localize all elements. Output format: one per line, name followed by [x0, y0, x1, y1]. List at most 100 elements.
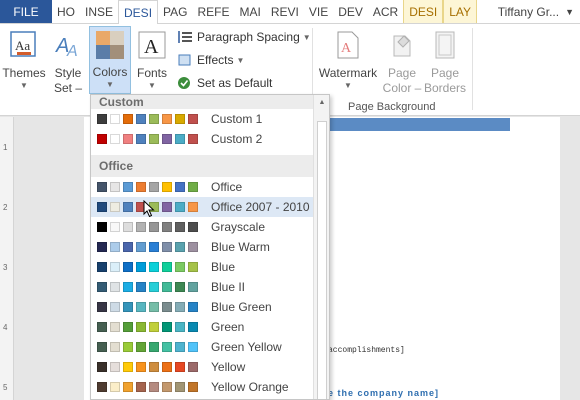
color-swatch: [110, 302, 120, 312]
page-background-group-label: Page Background: [348, 101, 436, 113]
color-swatch: [136, 382, 146, 392]
color-swatch: [97, 182, 107, 192]
scroll-up-icon[interactable]: ▲: [317, 99, 327, 109]
tab-view[interactable]: VIE: [304, 0, 333, 23]
color-swatch: [123, 262, 133, 272]
chevron-down-icon: ▼: [20, 81, 28, 90]
color-scheme-item[interactable]: Custom 1: [91, 109, 329, 129]
color-swatch: [97, 242, 107, 252]
color-swatch: [188, 222, 198, 232]
color-swatch: [188, 302, 198, 312]
tab-file[interactable]: FILE: [0, 0, 52, 23]
color-scheme-item[interactable]: Green Yellow: [91, 337, 329, 357]
color-swatch: [149, 362, 159, 372]
color-swatch: [97, 222, 107, 232]
color-scheme-item[interactable]: Blue Warm: [91, 237, 329, 257]
color-swatch: [188, 134, 198, 144]
color-swatch: [110, 134, 120, 144]
tab-home[interactable]: HO: [52, 0, 80, 23]
color-swatch: [175, 262, 185, 272]
color-swatch: [136, 322, 146, 332]
color-scheme-item[interactable]: Green: [91, 317, 329, 337]
fonts-button[interactable]: A Fonts ▼: [134, 28, 170, 100]
tab-developer[interactable]: DEV: [333, 0, 368, 23]
paragraph-spacing-button[interactable]: Paragraph Spacing ▼: [177, 30, 311, 44]
tab-references[interactable]: REFE: [192, 0, 234, 23]
color-swatch: [110, 182, 120, 192]
color-swatch: [123, 382, 133, 392]
page-color-button[interactable]: Page Color –: [381, 28, 423, 100]
color-swatch: [123, 242, 133, 252]
color-swatch: [175, 302, 185, 312]
group-separator: [472, 28, 473, 110]
color-swatch: [123, 322, 133, 332]
color-scheme-item[interactable]: Yellow: [91, 357, 329, 377]
tab-page-layout[interactable]: PAG: [158, 0, 192, 23]
color-swatch: [110, 262, 120, 272]
chevron-down-icon: ▼: [148, 81, 156, 90]
color-swatch: [110, 202, 120, 212]
effects-button[interactable]: Effects ▼: [177, 53, 244, 67]
color-scheme-item[interactable]: Custom 2: [91, 129, 329, 149]
color-scheme-name: Blue: [211, 260, 236, 274]
tab-design[interactable]: DESI: [118, 0, 159, 25]
color-scheme-name: Green Yellow: [211, 340, 282, 354]
color-swatch: [123, 222, 133, 232]
tab-mailings[interactable]: MAI: [235, 0, 266, 23]
color-swatch: [162, 134, 172, 144]
color-scheme-item[interactable]: Blue: [91, 257, 329, 277]
color-swatch: [188, 382, 198, 392]
tab-table-layout[interactable]: LAY: [443, 0, 478, 23]
color-scheme-name: Blue II: [211, 280, 246, 294]
effects-icon: [178, 54, 191, 66]
themes-label: Themes: [2, 66, 46, 80]
color-swatch: [123, 282, 133, 292]
color-scheme-name: Office: [211, 180, 243, 194]
color-scheme-item[interactable]: Blue II: [91, 277, 329, 297]
color-scheme-item[interactable]: Grayscale: [91, 217, 329, 237]
color-swatch: [97, 202, 107, 212]
color-swatch: [136, 342, 146, 352]
svg-text:A: A: [144, 36, 159, 58]
dropdown-scrollbar[interactable]: ▲: [313, 95, 329, 399]
set-as-default-button[interactable]: Set as Default: [177, 76, 272, 90]
color-swatch: [136, 262, 146, 272]
color-scheme-name: Office 2007 - 2010: [211, 200, 310, 214]
color-scheme-item[interactable]: Office: [91, 177, 329, 197]
color-swatch: [136, 362, 146, 372]
tab-table-design[interactable]: DESI: [403, 0, 444, 23]
scrollbar-thumb[interactable]: [317, 121, 327, 399]
set-as-default-label: Set as Default: [197, 76, 273, 90]
color-swatch: [110, 382, 120, 392]
color-swatch: [162, 362, 172, 372]
watermark-button[interactable]: A Watermark ▼: [318, 28, 378, 100]
color-scheme-item[interactable]: Yellow Orange: [91, 377, 329, 397]
tab-review[interactable]: REVI: [266, 0, 304, 23]
color-swatch: [162, 222, 172, 232]
color-swatch: [149, 382, 159, 392]
color-swatch: [188, 182, 198, 192]
color-swatch: [110, 322, 120, 332]
color-scheme-item[interactable]: Office 2007 - 2010: [91, 197, 329, 217]
color-swatch: [110, 282, 120, 292]
color-scheme-name: Custom 2: [211, 132, 263, 146]
style-set-button[interactable]: A A Style Set –: [49, 28, 87, 100]
colors-button[interactable]: Colors ▼: [89, 26, 131, 94]
color-swatch: [188, 262, 198, 272]
color-swatch: [123, 202, 133, 212]
page-borders-button[interactable]: Page Borders: [424, 28, 466, 100]
color-swatch: [97, 322, 107, 332]
color-swatch: [110, 362, 120, 372]
page-color-label: Page: [387, 66, 417, 80]
color-swatch: [110, 342, 120, 352]
color-scheme-item[interactable]: Blue Green: [91, 297, 329, 317]
color-swatch: [123, 362, 133, 372]
tab-insert[interactable]: INSE: [80, 0, 118, 23]
tab-acrobat[interactable]: ACR: [368, 0, 403, 23]
color-swatch: [123, 182, 133, 192]
themes-button[interactable]: Aa Themes ▼: [2, 28, 46, 100]
color-scheme-name: Custom 1: [211, 112, 263, 126]
color-swatch: [136, 182, 146, 192]
user-account[interactable]: Tiffany Gr... ▼: [492, 0, 580, 23]
themes-icon: Aa: [10, 31, 36, 57]
